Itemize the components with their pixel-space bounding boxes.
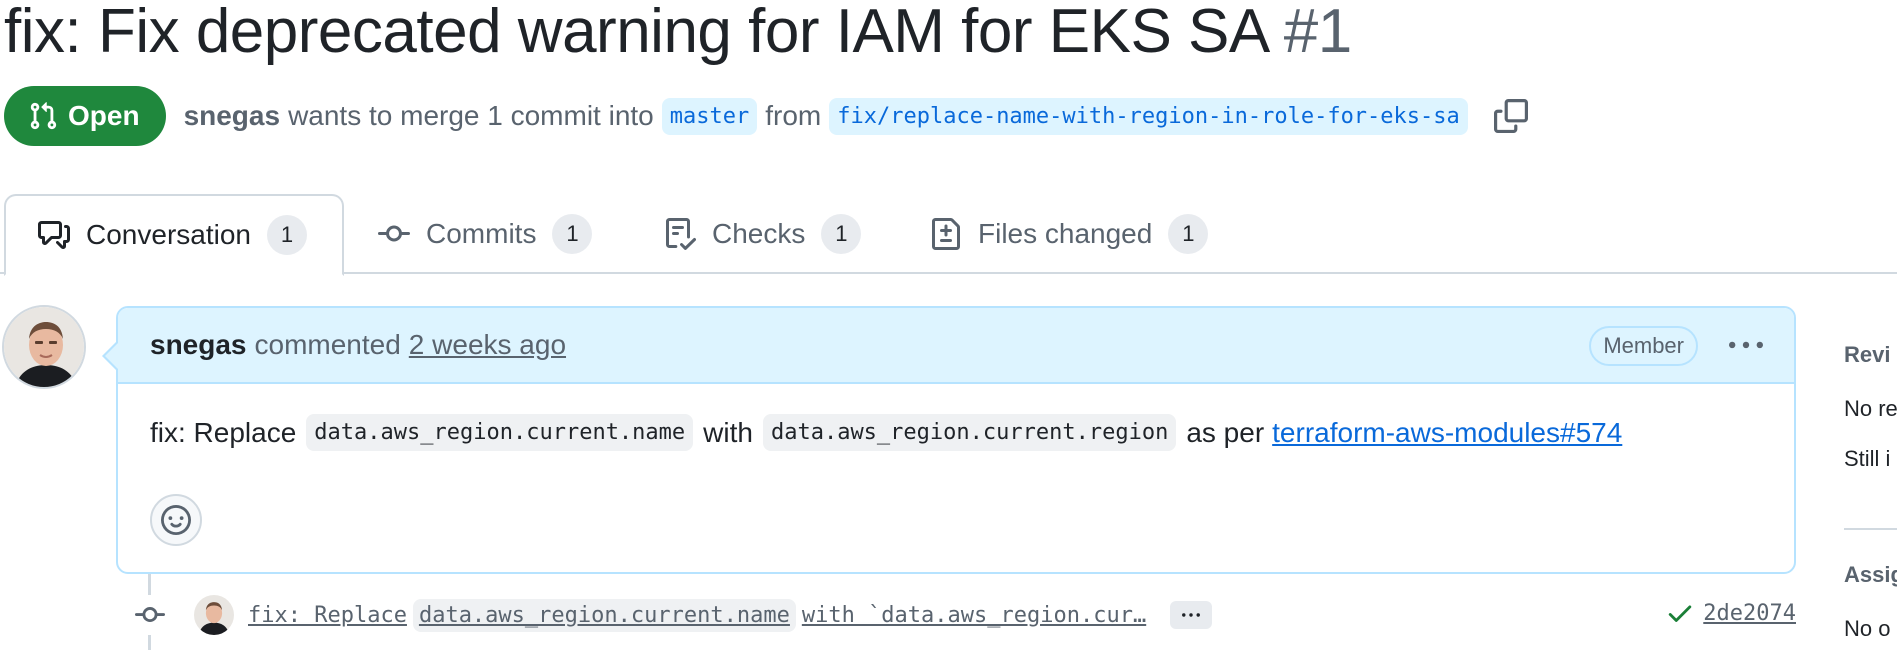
reviewers-heading[interactable]: Revi: [1844, 342, 1890, 368]
reviewers-status-text: Still i: [1844, 446, 1891, 471]
tab-checks-count: 1: [821, 214, 862, 254]
kebab-horizontal-icon[interactable]: [1728, 330, 1764, 362]
comment-discussion-icon: [38, 221, 70, 249]
pr-meta: Open snegas wants to merge 1 commit into…: [4, 86, 1528, 146]
tab-conversation[interactable]: Conversation 1: [4, 194, 344, 276]
assignees-empty-text: No o: [1844, 616, 1891, 641]
pr-title-text: fix: Fix deprecated warning for IAM for …: [4, 0, 1270, 66]
commit-sha-link[interactable]: 2de2074: [1665, 598, 1796, 628]
git-commit-icon: [378, 225, 410, 242]
tab-conversation-count: 1: [266, 215, 307, 255]
comment-author-link[interactable]: snegas: [150, 329, 247, 361]
commit-msg-prefix: fix: Replace: [248, 602, 407, 628]
merge-text: wants to merge 1 commit into: [288, 100, 654, 131]
pr-sidebar: Revi No re Still i Assig No o: [1844, 330, 1897, 650]
reviewers-empty-text: No re: [1844, 396, 1897, 421]
base-branch[interactable]: master: [661, 97, 758, 135]
tab-files-changed[interactable]: Files changed 1: [930, 194, 1209, 274]
comment-body: fix: Replace data.aws_region.current.nam…: [150, 414, 1622, 451]
pr-number: #1: [1283, 0, 1352, 66]
pr-tabs: Conversation 1 Commits 1 Checks 1 Files …: [0, 194, 1897, 276]
commit-message-link[interactable]: fix: Replace data.aws_region.current.nam…: [248, 598, 1147, 632]
comment-author-avatar[interactable]: [2, 305, 86, 389]
add-reaction-button[interactable]: [150, 494, 202, 546]
comment-box: snegas commented 2 weeks ago Member fix:…: [102, 306, 1796, 574]
comment-header: snegas commented 2 weeks ago Member: [118, 308, 1794, 384]
comment-action: commented: [254, 329, 401, 360]
tab-commits[interactable]: Commits 1: [378, 194, 593, 274]
tab-checks-label: Checks: [712, 218, 806, 249]
git-pull-request-icon: [30, 102, 57, 130]
inline-code: data.aws_region.current.region: [762, 414, 1177, 451]
comment-body-suffix: as per: [1186, 416, 1265, 448]
sidebar-divider: [1844, 528, 1897, 530]
check-icon: [1669, 605, 1692, 622]
tab-commits-label: Commits: [426, 218, 537, 249]
comment-timestamp[interactable]: 2 weeks ago: [409, 329, 566, 361]
copy-icon[interactable]: [1493, 99, 1528, 133]
tab-commits-count: 1: [552, 214, 593, 254]
commit-msg-code: data.aws_region.current.name: [412, 598, 796, 632]
tab-checks[interactable]: Checks 1: [664, 194, 862, 274]
commit-sha: 2de2074: [1703, 600, 1796, 626]
inline-code: data.aws_region.current.name: [306, 414, 694, 451]
file-diff-icon: [932, 218, 960, 250]
pr-title: fix: Fix deprecated warning for IAM for …: [4, 0, 1352, 64]
state-label: Open: [68, 100, 140, 131]
state-badge: Open: [4, 86, 166, 146]
checklist-icon: [666, 218, 696, 250]
timeline-commit: fix: Replace data.aws_region.current.nam…: [130, 592, 1796, 638]
expand-commit-message-button[interactable]: [1170, 601, 1213, 629]
comment-body-mid: with: [703, 416, 753, 448]
head-branch[interactable]: fix/replace-name-with-region-in-role-for…: [829, 97, 1468, 135]
tab-files-changed-count: 1: [1168, 214, 1209, 254]
assignees-heading[interactable]: Assig: [1844, 562, 1897, 588]
pr-author-link[interactable]: snegas: [184, 100, 281, 132]
commit-msg-suffix: with `data.aws_region.cur…: [801, 602, 1147, 628]
commit-author-avatar[interactable]: [194, 595, 234, 635]
issue-reference-link[interactable]: terraform-aws-modules#574: [1272, 417, 1622, 449]
tab-files-changed-label: Files changed: [978, 218, 1153, 249]
ellipsis-icon: [1182, 613, 1201, 617]
tab-conversation-label: Conversation: [86, 219, 251, 250]
smiley-icon: [161, 505, 191, 535]
role-badge: Member: [1589, 326, 1698, 366]
from-text: from: [765, 100, 822, 131]
comment-body-prefix: fix: Replace: [150, 416, 297, 448]
git-commit-icon: [130, 595, 170, 635]
